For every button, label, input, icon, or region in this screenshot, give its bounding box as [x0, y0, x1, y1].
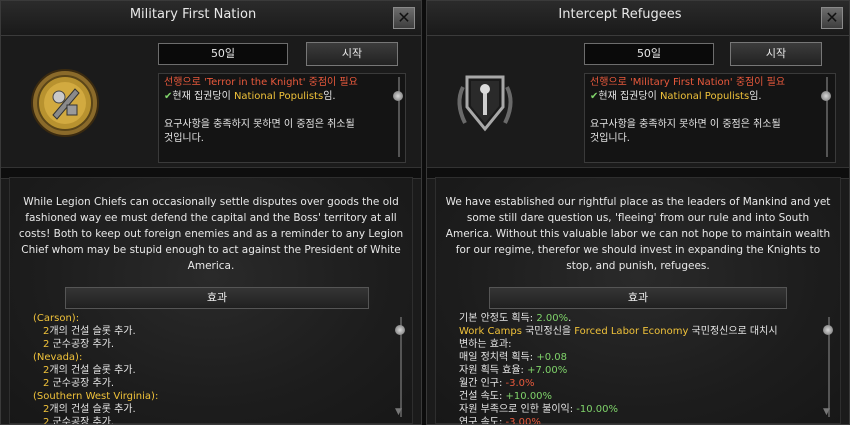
requirements-box: 선행으로 'Military First Nation' 중점이 필요 ✔현재 …	[584, 73, 836, 163]
cancel-warning-2: 것입니다.	[590, 133, 630, 144]
cancel-warning: 요구사항을 충족하지 못하면 이 중점은 취소될	[590, 119, 781, 130]
requirements-scrollbar[interactable]	[393, 77, 403, 157]
start-button[interactable]: 시작	[306, 42, 398, 66]
effects-scrollbar[interactable]: ▼	[395, 317, 405, 417]
scroll-thumb[interactable]	[395, 325, 405, 335]
close-icon[interactable]: ✕	[393, 7, 415, 29]
cancel-warning-2: 것입니다.	[164, 133, 204, 144]
effect-line: 월간 인구: -3.0%	[459, 378, 535, 389]
state-name: (Carson):	[33, 313, 80, 324]
party-line: ✔현재 집권당이 National Populists임.	[164, 91, 336, 102]
effects-header: 효과	[489, 287, 787, 309]
scroll-thumb[interactable]	[823, 325, 833, 335]
effect-line: 2 군수공장 추가.	[43, 378, 115, 389]
scroll-thumb[interactable]	[821, 91, 831, 101]
effect-line: Work Camps 국민정신을 Forced Labor Economy 국민…	[459, 326, 778, 337]
focus-emblem-icon	[457, 75, 513, 132]
title-bar: Intercept Refugees ✕	[427, 1, 849, 36]
focus-emblem-icon	[31, 69, 99, 137]
requirements-box: 선행으로 'Terror in the Knight' 중점이 필요 ✔현재 집…	[158, 73, 406, 163]
effect-line: 연구 속도: -3.00%	[459, 417, 541, 425]
days-field: 50일	[584, 43, 714, 65]
effect-line: 건설 속도: +10.00%	[459, 391, 553, 402]
focus-panel-left: Military First Nation ✕ 50일 시작 선행으로 'Ter…	[0, 0, 422, 425]
effect-line: 자원 획득 효율: +7.00%	[459, 365, 568, 376]
days-field: 50일	[158, 43, 288, 65]
close-icon[interactable]: ✕	[821, 7, 843, 29]
start-button[interactable]: 시작	[730, 42, 822, 66]
requirements-scrollbar[interactable]	[821, 77, 831, 157]
prerequisite-line: 선행으로 'Military First Nation' 중점이 필요	[590, 77, 786, 88]
effect-line: 변하는 효과:	[459, 339, 512, 350]
state-name: (Southern West Virginia):	[33, 391, 159, 402]
scroll-thumb[interactable]	[393, 91, 403, 101]
effect-line: 매일 정치력 획득: +0.08	[459, 352, 567, 363]
effect-line: 자원 부족으로 인한 불이익: -10.00%	[459, 404, 619, 415]
effect-line: 2개의 건설 슬롯 추가.	[43, 326, 136, 337]
effect-line: 2개의 건설 슬롯 추가.	[43, 365, 136, 376]
effects-list: (Carson): 2개의 건설 슬롯 추가. 2 군수공장 추가. (Neva…	[33, 312, 388, 425]
effect-line: 2 군수공장 추가.	[43, 339, 115, 350]
focus-description: While Legion Chiefs can occasionally set…	[18, 196, 404, 272]
panel-title: Military First Nation	[129, 7, 257, 22]
scroll-down-icon[interactable]: ▼	[395, 407, 402, 417]
prerequisite-line: 선행으로 'Terror in the Knight' 중점이 필요	[164, 77, 358, 88]
party-line: ✔현재 집권당이 National Populists임.	[590, 91, 762, 102]
focus-panel-right: Intercept Refugees ✕ 50일 시작 선행으로 'Milita…	[426, 0, 850, 425]
effect-line: 2개의 건설 슬롯 추가.	[43, 404, 136, 415]
effects-header: 효과	[65, 287, 369, 309]
state-name: (Nevada):	[33, 352, 83, 363]
cancel-warning: 요구사항을 충족하지 못하면 이 중점은 취소될	[164, 119, 355, 130]
effect-line: 2 군수공장 추가.	[43, 417, 115, 425]
effect-line: 기본 안정도 획득: 2.00%.	[459, 313, 572, 324]
title-bar: Military First Nation ✕	[1, 1, 421, 36]
focus-description: We have established our rightful place a…	[445, 196, 831, 272]
panel-title: Intercept Refugees	[558, 7, 682, 22]
effects-scrollbar[interactable]: ▼	[823, 317, 833, 417]
scroll-down-icon[interactable]: ▼	[823, 407, 830, 417]
effects-list: 기본 안정도 획득: 2.00%. Work Camps 국민정신을 Force…	[459, 312, 819, 425]
